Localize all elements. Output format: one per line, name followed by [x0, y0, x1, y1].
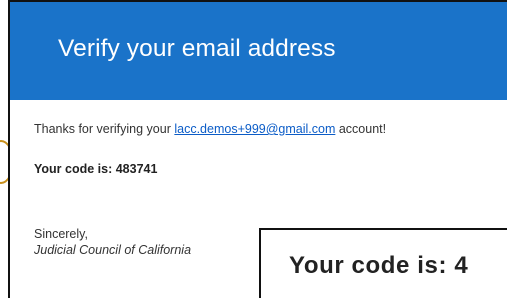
zoomed-code-text: Your code is: 4 — [289, 252, 469, 279]
thanks-suffix: account! — [335, 122, 387, 136]
thanks-message: Thanks for verifying your lacc.demos+999… — [34, 122, 386, 136]
email-address-link[interactable]: lacc.demos+999@gmail.com — [174, 122, 335, 136]
email-title: Verify your email address — [58, 35, 336, 62]
screenshot-frame: Verify your email address Thanks for ver… — [0, 0, 507, 298]
zoomed-code-callout: Your code is: 4 — [259, 228, 507, 298]
verification-code: Your code is: 483741 — [34, 162, 158, 176]
email-header-banner: Verify your email address — [10, 2, 507, 100]
thanks-prefix: Thanks for verifying your — [34, 122, 175, 136]
closing-text: Sincerely, — [34, 227, 88, 241]
signature-text: Judicial Council of California — [34, 243, 192, 257]
